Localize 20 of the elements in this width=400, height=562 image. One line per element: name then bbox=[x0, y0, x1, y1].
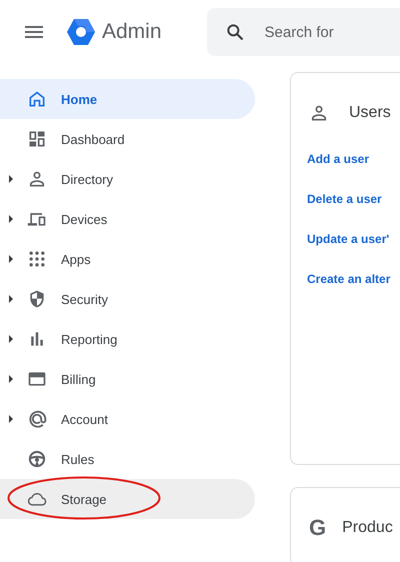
sidebar-item[interactable]: Apps bbox=[0, 239, 255, 279]
sidebar-item[interactable]: Devices bbox=[0, 199, 255, 239]
link[interactable]: Delete a user bbox=[307, 191, 400, 231]
sidebar-item[interactable]: Directory bbox=[0, 159, 255, 199]
card-title: Users bbox=[349, 104, 391, 122]
card-title: Produc bbox=[342, 519, 393, 537]
link[interactable]: Create an alter bbox=[307, 271, 400, 311]
sidebar-item[interactable]: Security bbox=[0, 279, 255, 319]
sidebar-item[interactable]: Rules bbox=[0, 439, 255, 479]
sidebar-item[interactable]: Home bbox=[0, 79, 255, 119]
sidebar-item[interactable]: Dashboard bbox=[0, 119, 255, 159]
product-name: Admin bbox=[102, 20, 162, 44]
link[interactable]: Update a user' bbox=[307, 231, 400, 271]
sidebar-item[interactable]: Reporting bbox=[0, 319, 255, 359]
link[interactable]: Add a user bbox=[307, 151, 400, 191]
sidebar-item[interactable]: Storage bbox=[0, 479, 255, 519]
sidebar-item[interactable]: Billing bbox=[0, 359, 255, 399]
google-logo: G bbox=[309, 515, 326, 541]
sidebar-item[interactable]: Account bbox=[0, 399, 255, 439]
search-field[interactable]: Search for bbox=[206, 8, 400, 56]
